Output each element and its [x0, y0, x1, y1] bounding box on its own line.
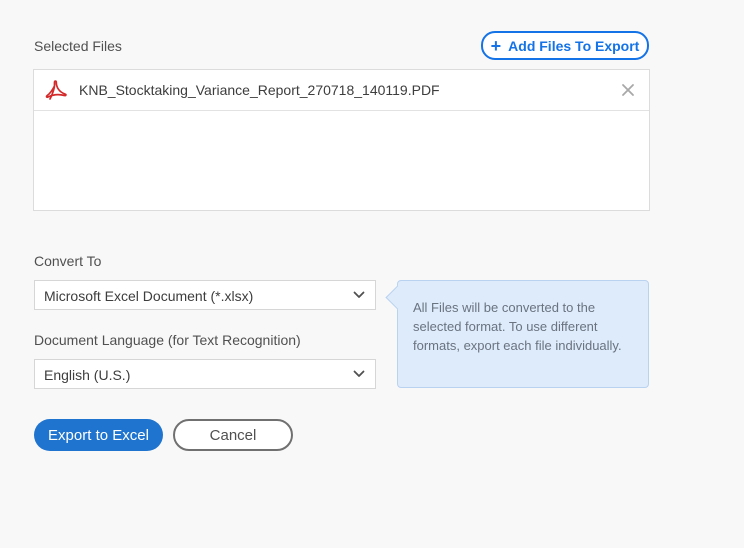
file-name: KNB_Stocktaking_Variance_Report_270718_1…	[79, 82, 440, 98]
tooltip-text: All Files will be converted to the selec…	[413, 300, 622, 353]
export-button[interactable]: Export to Excel	[34, 419, 163, 451]
selected-files-label: Selected Files	[34, 38, 122, 54]
chevron-down-icon	[353, 291, 365, 298]
convert-to-select[interactable]: Microsoft Excel Document (*.xlsx)	[34, 280, 376, 310]
pdf-icon	[45, 80, 67, 100]
format-info-tooltip: All Files will be converted to the selec…	[385, 280, 649, 388]
document-language-selected-value: English (U.S.)	[44, 367, 131, 383]
document-language-select[interactable]: English (U.S.)	[34, 359, 376, 389]
file-list-item[interactable]: KNB_Stocktaking_Variance_Report_270718_1…	[34, 70, 649, 111]
add-files-button-label: Add Files To Export	[508, 37, 640, 54]
close-icon[interactable]	[620, 82, 636, 98]
document-language-label: Document Language (for Text Recognition)	[34, 332, 301, 348]
cancel-button[interactable]: Cancel	[173, 419, 293, 451]
convert-to-selected-value: Microsoft Excel Document (*.xlsx)	[44, 288, 254, 304]
selected-files-list: KNB_Stocktaking_Variance_Report_270718_1…	[33, 69, 650, 211]
tooltip-arrow	[385, 285, 410, 310]
plus-icon: +	[490, 35, 502, 56]
add-files-button[interactable]: + Add Files To Export	[481, 31, 649, 60]
convert-to-label: Convert To	[34, 253, 102, 269]
chevron-down-icon	[353, 370, 365, 377]
